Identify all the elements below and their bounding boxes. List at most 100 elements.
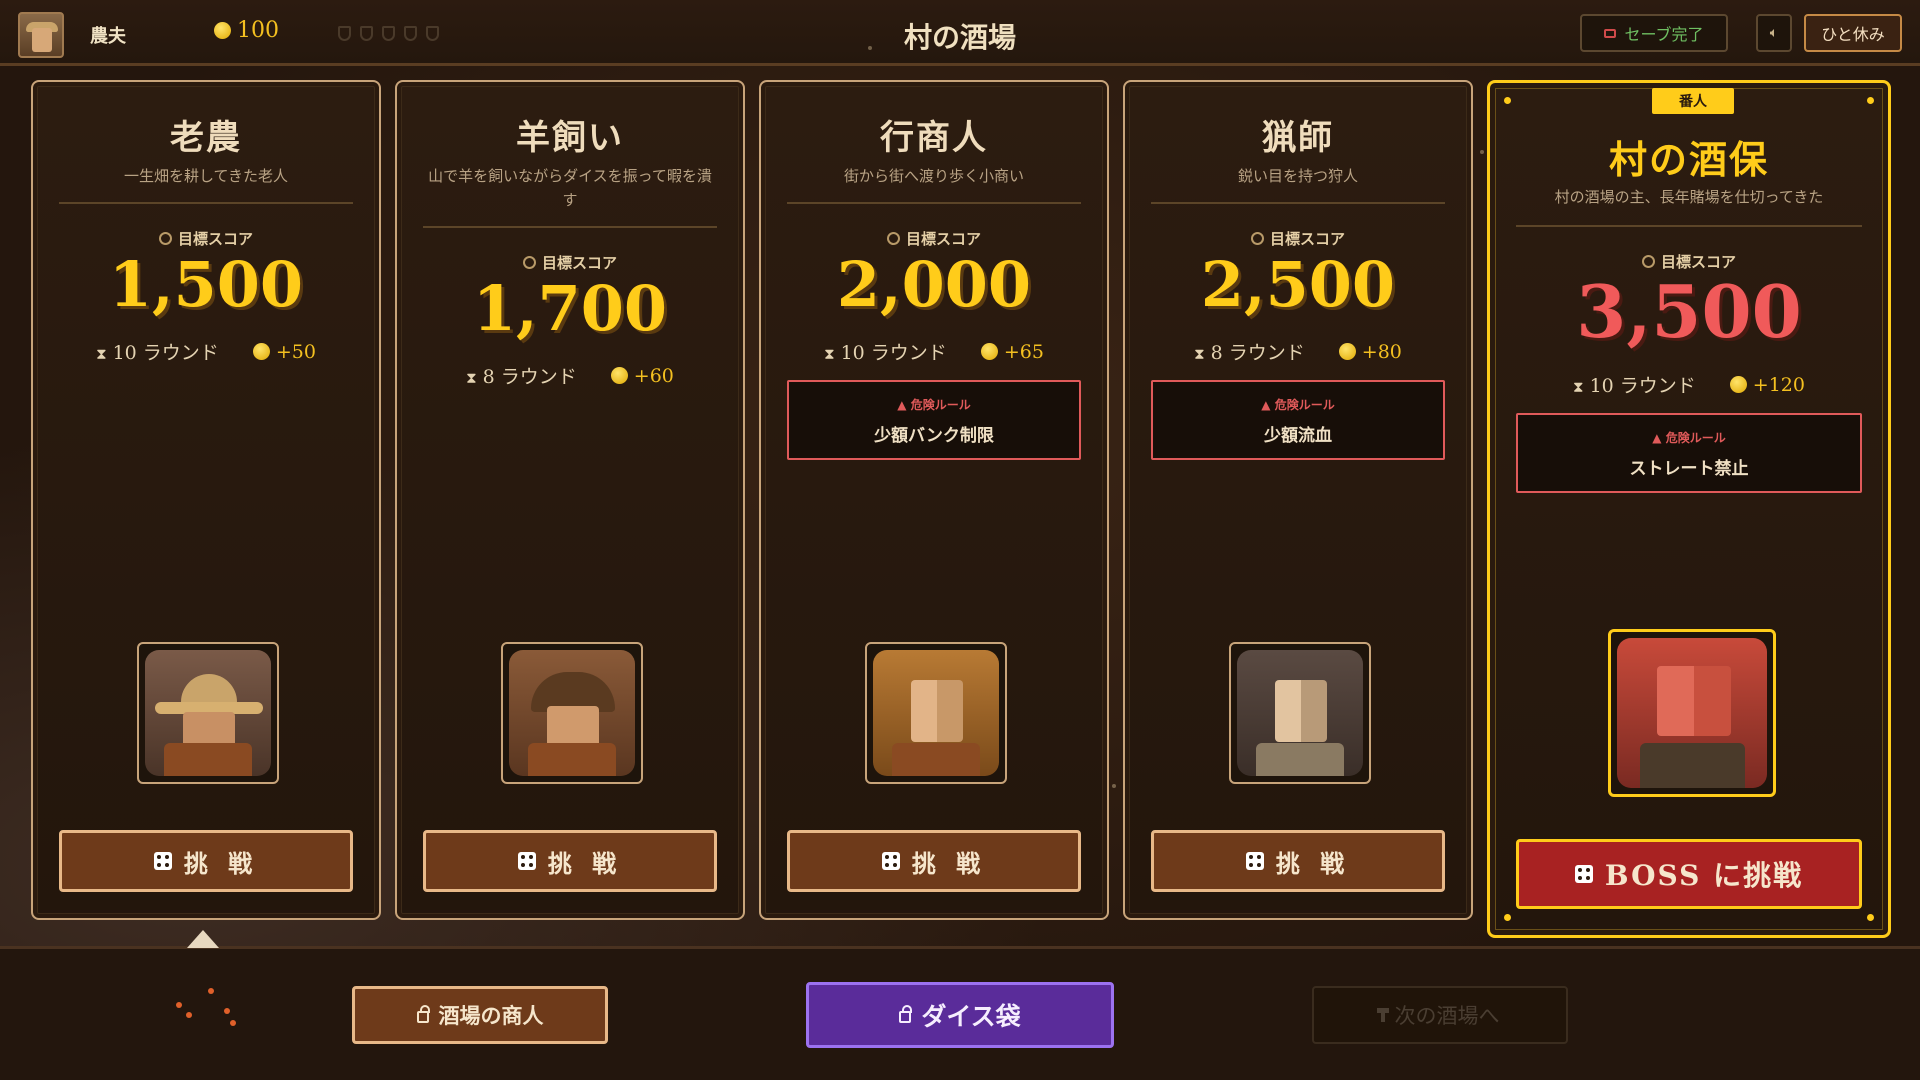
challenge-button[interactable]: 挑 戦 (787, 830, 1081, 892)
target-icon (1641, 255, 1655, 268)
opponent-card[interactable]: 行商人 街から街へ渡り歩く小商い 目標スコア 2,000 ⧗ 10 ラウンド +6… (759, 80, 1109, 920)
reward: +65 (980, 338, 1044, 365)
boss-portrait (1608, 629, 1776, 797)
ember (224, 1008, 230, 1014)
danger-label: ▲ 危険ルール (1261, 398, 1335, 412)
boss-tag: 番人 (1652, 88, 1734, 114)
card-stats: ⧗ 8 ラウンド +60 (397, 362, 743, 389)
rounds: ⧗ 10 ラウンド (824, 342, 947, 364)
hourglass-icon: ⧗ (96, 345, 107, 363)
opponent-name: 羊飼い (516, 118, 624, 158)
danger-rule: ストレート禁止 (1629, 459, 1749, 479)
target-score-label: 目標スコア (397, 252, 743, 273)
opponent-description: 一生畑を耕してきた老人 (123, 167, 289, 185)
ember (230, 1020, 236, 1026)
signpost-icon (1376, 1008, 1389, 1022)
opponent-card[interactable]: 猟師 鋭い目を持つ狩人 目標スコア 2,500 ⧗ 8 ラウンド +80 ▲ 危険… (1123, 80, 1473, 920)
coin-icon (252, 343, 270, 360)
danger-label: ▲ 危険ルール (897, 398, 971, 412)
danger-rule-box: ▲ 危険ルール 少額バンク制限 (787, 380, 1081, 460)
reward: +120 (1729, 371, 1805, 398)
opponent-portrait (137, 642, 279, 784)
card-stats: ⧗ 10 ラウンド +65 (761, 338, 1107, 365)
hourglass-icon: ⧗ (1194, 345, 1205, 363)
target-score-label: 目標スコア (1125, 228, 1471, 249)
ember (208, 988, 214, 994)
target-icon (522, 256, 536, 269)
opponent-description: 村の酒場の主、長年賭場を仕切ってきた (1554, 188, 1824, 206)
opponent-card[interactable]: 羊飼い 山で羊を飼いながらダイスを振って暇を潰す 目標スコア 1,700 ⧗ 8 … (395, 80, 745, 920)
card-stats: ⧗ 10 ラウンド +50 (33, 338, 379, 365)
reward: +60 (610, 362, 674, 389)
rounds: ⧗ 8 ラウンド (466, 366, 577, 388)
opponent-description: 鋭い目を持つ狩人 (1237, 167, 1358, 185)
target-icon (158, 232, 172, 245)
corner-dot (1504, 914, 1511, 921)
dice-icon (881, 852, 900, 870)
selection-pointer (187, 930, 219, 948)
target-score: 3,500 (1576, 269, 1802, 354)
hourglass-icon: ⧗ (466, 369, 477, 387)
hourglass-icon: ⧗ (1573, 378, 1584, 396)
boss-challenge-button[interactable]: BOSS に挑戦 (1516, 839, 1862, 909)
corner-dot (1867, 97, 1874, 104)
divider (59, 202, 353, 204)
opponent-card[interactable]: 老農 一生畑を耕してきた老人 目標スコア 1,500 ⧗ 10 ラウンド +50 … (31, 80, 381, 920)
target-score: 1,500 (108, 248, 304, 321)
challenge-button[interactable]: 挑 戦 (423, 830, 717, 892)
opponent-portrait (1229, 642, 1371, 784)
target-score: 2,500 (1200, 248, 1396, 321)
coin-icon (980, 343, 998, 360)
boss-card[interactable]: 番人 村の酒保 村の酒場の主、長年賭場を仕切ってきた 目標スコア 3,500 ⧗… (1487, 80, 1891, 938)
divider (1516, 225, 1862, 227)
card-stats: ⧗ 10 ラウンド +120 (1490, 371, 1888, 398)
spark (1480, 150, 1484, 154)
next-tavern-button[interactable]: 次の酒場へ (1312, 986, 1568, 1044)
opponent-portrait (501, 642, 643, 784)
opponent-description: 街から街へ渡り歩く小商い (843, 167, 1024, 185)
reward: +80 (1338, 338, 1402, 365)
ember (186, 1012, 192, 1018)
corner-dot (1504, 97, 1511, 104)
coin-icon (1338, 343, 1356, 360)
challenge-button[interactable]: 挑 戦 (1151, 830, 1445, 892)
opponent-name: 猟師 (1262, 118, 1334, 158)
merchant-button[interactable]: 酒場の商人 (352, 986, 608, 1044)
danger-rule-box: ▲ 危険ルール ストレート禁止 (1516, 413, 1862, 493)
bag-icon (416, 1005, 430, 1023)
warning-icon: ▲ (897, 398, 911, 412)
speaker-icon: 🔈︎ (1769, 25, 1779, 41)
volume-button[interactable]: 🔈︎ (1756, 14, 1792, 52)
opponent-name: 村の酒保 (1608, 137, 1769, 182)
dice-icon (517, 852, 536, 870)
bag-icon (899, 1005, 913, 1023)
challenge-button[interactable]: 挑 戦 (59, 830, 353, 892)
target-score-label: 目標スコア (33, 228, 379, 249)
warning-icon: ▲ (1261, 398, 1275, 412)
coin-icon (610, 367, 628, 384)
spark (868, 46, 872, 50)
card-stats: ⧗ 8 ラウンド +80 (1125, 338, 1471, 365)
target-score: 2,000 (836, 248, 1032, 321)
danger-rule-box: ▲ 危険ルール 少額流血 (1151, 380, 1445, 460)
opponent-description: 山で羊を飼いながらダイスを振って暇を潰す (428, 167, 712, 209)
opponent-portrait (865, 642, 1007, 784)
target-score: 1,700 (472, 272, 668, 345)
rest-button[interactable]: ひと休み (1804, 14, 1902, 52)
danger-rule: 少額流血 (1264, 426, 1332, 446)
corner-dot (1867, 914, 1874, 921)
danger-label: ▲ 危険ルール (1652, 431, 1726, 445)
divider (787, 202, 1081, 204)
dice-bag-button[interactable]: ダイス袋 (806, 982, 1114, 1048)
dice-icon (153, 852, 172, 870)
dice-bag-label: ダイス袋 (921, 1002, 1021, 1031)
top-bar: 農夫 100 村の酒場 セーブ完了 🔈︎ ひと休み (0, 0, 1920, 66)
divider (1151, 202, 1445, 204)
rounds: ⧗ 10 ラウンド (96, 342, 219, 364)
divider (423, 226, 717, 228)
dice-icon (1245, 852, 1264, 870)
merchant-label: 酒場の商人 (438, 1003, 544, 1028)
hourglass-icon: ⧗ (824, 345, 835, 363)
ember (176, 1002, 182, 1008)
target-icon (886, 232, 900, 245)
